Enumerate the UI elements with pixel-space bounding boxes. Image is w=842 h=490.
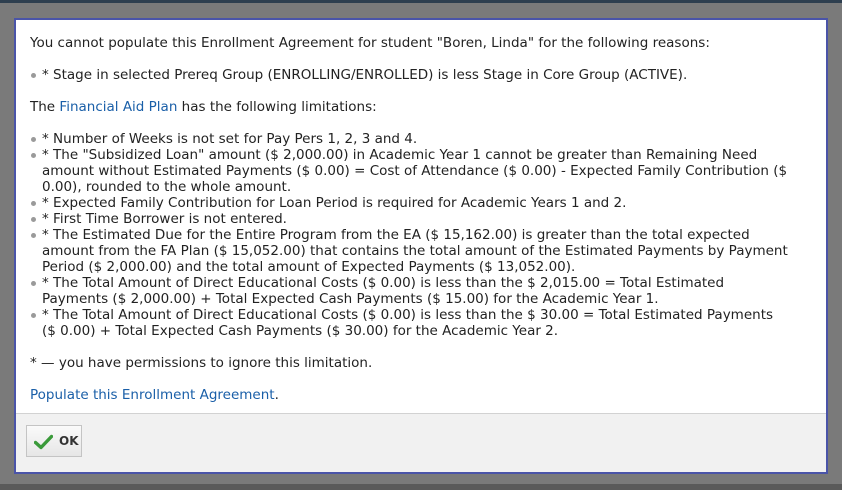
limitation-item: * Expected Family Contribution for Loan …	[30, 195, 815, 211]
dialog-footer: OK	[16, 414, 826, 472]
bullet	[31, 217, 36, 222]
bullet	[31, 313, 36, 318]
intro-text: You cannot populate this Enrollment Agre…	[30, 35, 710, 51]
limitation-item: * The Total Amount of Direct Educational…	[30, 275, 815, 307]
bullet	[31, 153, 36, 158]
populate-enrollment-agreement-link[interactable]: Populate this Enrollment Agreement	[30, 387, 275, 403]
ok-label: OK	[59, 434, 79, 448]
ok-button[interactable]: OK	[26, 425, 82, 457]
limitation-item: * The Total Amount of Direct Educational…	[30, 307, 815, 339]
checkmark-icon	[34, 434, 53, 450]
dialog-content: You cannot populate this Enrollment Agre…	[16, 20, 826, 414]
top-bar	[0, 0, 842, 3]
bullet	[31, 137, 36, 142]
limitation-item: * First Time Borrower is not entered.	[30, 211, 815, 227]
financial-aid-plan-link[interactable]: Financial Aid Plan	[59, 99, 177, 115]
permissions-note: * — you have permissions to ignore this …	[30, 355, 373, 371]
limitation-item: * The "Subsidized Loan" amount ($ 2,000.…	[30, 147, 815, 195]
bullet	[31, 73, 36, 78]
enrollment-agreement-dialog: You cannot populate this Enrollment Agre…	[14, 18, 828, 474]
bullet	[31, 233, 36, 238]
bottom-bar	[0, 484, 842, 490]
populate-line: Populate this Enrollment Agreement.	[30, 387, 279, 403]
fa-plan-heading: The Financial Aid Plan has the following…	[30, 99, 377, 115]
limitation-item: * Number of Weeks is not set for Pay Per…	[30, 131, 815, 147]
limitations-list: * Number of Weeks is not set for Pay Per…	[30, 131, 815, 339]
reason-item: * Stage in selected Prereq Group (ENROLL…	[30, 67, 815, 83]
limitation-item: * The Estimated Due for the Entire Progr…	[30, 227, 815, 275]
bullet	[31, 201, 36, 206]
bullet	[31, 281, 36, 286]
reasons-list: * Stage in selected Prereq Group (ENROLL…	[30, 67, 815, 83]
